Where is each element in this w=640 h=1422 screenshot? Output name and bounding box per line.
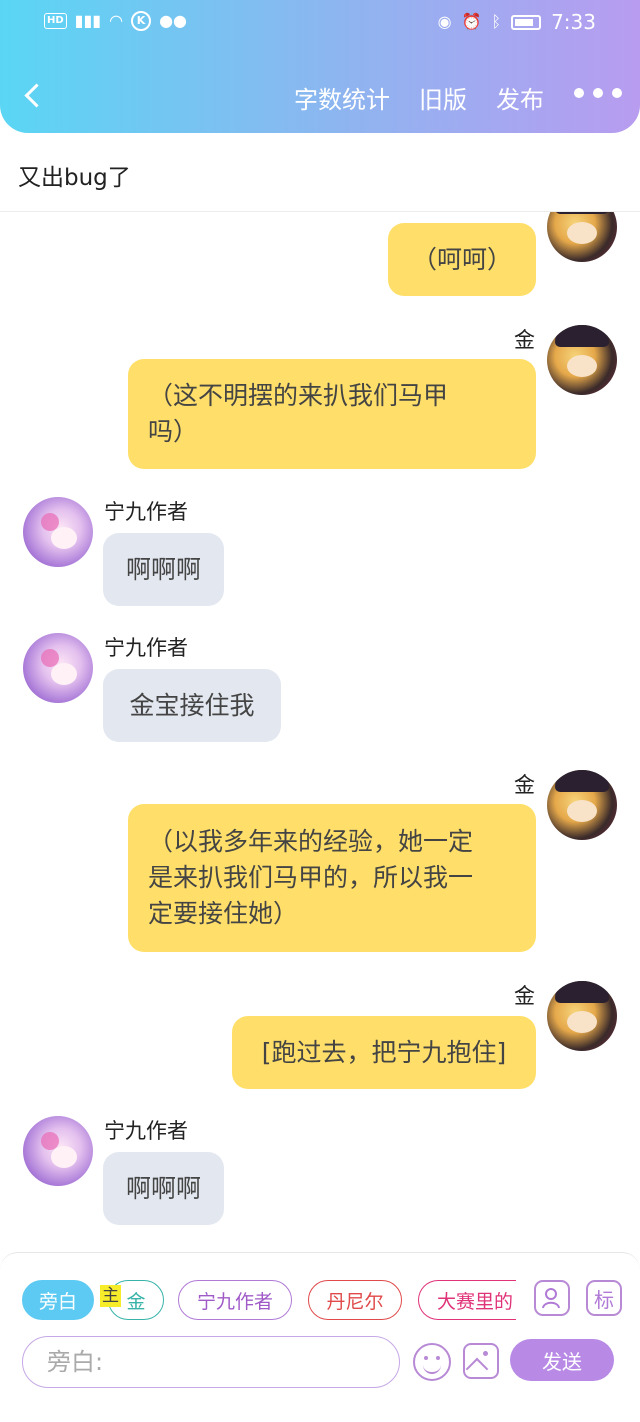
message-text: [跑过去，把宁九抱住] xyxy=(261,1037,507,1067)
message-text-line: （以我多年来的经验，她一定 xyxy=(148,827,474,856)
message-input[interactable]: 旁白: xyxy=(22,1336,400,1388)
emoji-icon[interactable] xyxy=(413,1343,451,1381)
top-bar: HD ▮▮▮ ◠ K ●● ◉ ⏰ ᛒ 7:33 字数统计 旧版 发布 xyxy=(0,0,640,133)
role-chip-contest[interactable]: 大赛里的 xyxy=(418,1280,516,1320)
signal-4g-icon: ▮▮▮ xyxy=(74,11,102,30)
hd-icon: HD xyxy=(44,13,67,29)
back-icon[interactable] xyxy=(20,78,50,112)
avatar-ning-jiu[interactable] xyxy=(23,633,93,703)
message-text-line: 是来扒我们马甲的，所以我一 xyxy=(148,863,474,892)
send-button[interactable]: 发送 xyxy=(510,1339,614,1381)
wechat-icon: ●● xyxy=(159,11,187,30)
message-bubble[interactable]: （以我多年来的经验，她一定 是来扒我们马甲的，所以我一 定要接住她） xyxy=(128,804,536,952)
role-chip-narrator[interactable]: 旁白 xyxy=(22,1280,94,1320)
avatar-jin[interactable] xyxy=(547,981,617,1051)
main-role-tag: 主 xyxy=(100,1285,121,1307)
message-bubble[interactable]: [跑过去，把宁九抱住] xyxy=(232,1016,536,1089)
nav-bar: 字数统计 旧版 发布 xyxy=(0,72,640,122)
old-version-button[interactable]: 旧版 xyxy=(419,80,467,115)
composer: 旁白 金 主 宁九作者 丹尼尔 大赛里的 标 旁白: 发送 xyxy=(0,1252,640,1422)
bluetooth-icon: ᛒ xyxy=(491,12,502,31)
k-app-icon: K xyxy=(131,11,152,31)
character-manage-icon[interactable] xyxy=(534,1280,570,1316)
story-title[interactable]: 又出bug了 xyxy=(18,158,131,192)
avatar-jin[interactable] xyxy=(547,212,617,262)
more-icon[interactable] xyxy=(574,88,622,98)
role-chip-daniel[interactable]: 丹尼尔 xyxy=(308,1280,402,1320)
wifi-icon: ◠ xyxy=(109,11,124,30)
tag-button[interactable]: 标 xyxy=(586,1280,622,1316)
status-bar: HD ▮▮▮ ◠ K ●● ◉ ⏰ ᛒ 7:33 xyxy=(0,10,640,36)
message-text-line: 定要接住她） xyxy=(148,899,299,928)
message-text: 啊啊啊 xyxy=(125,1173,201,1203)
battery-icon xyxy=(511,14,542,30)
message-bubble[interactable]: （这不明摆的来扒我们马甲 吗） xyxy=(128,359,536,469)
message-text: 啊啊啊 xyxy=(125,554,201,584)
message-text: （呵呵） xyxy=(411,244,512,274)
chat-list[interactable]: （呵呵） 金 （这不明摆的来扒我们马甲 吗） 宁九作者 啊啊啊 宁九作者 金宝接… xyxy=(0,212,640,1252)
avatar-jin[interactable] xyxy=(547,325,617,395)
role-chip-ning-jiu[interactable]: 宁九作者 xyxy=(178,1280,292,1320)
sender-name: 宁九作者 xyxy=(104,636,188,660)
status-time: 7:33 xyxy=(551,10,596,34)
person-icon xyxy=(542,1288,560,1309)
message-text: 金宝接住我 xyxy=(129,690,255,720)
image-icon[interactable] xyxy=(463,1343,499,1379)
sender-name: 宁九作者 xyxy=(104,1119,188,1143)
message-bubble[interactable]: 啊啊啊 xyxy=(103,533,224,606)
publish-button[interactable]: 发布 xyxy=(496,80,544,115)
message-text-line: 吗） xyxy=(148,417,199,446)
avatar-ning-jiu[interactable] xyxy=(23,1116,93,1186)
sender-name: 金 xyxy=(514,773,535,797)
avatar-jin[interactable] xyxy=(547,770,617,840)
sender-name: 宁九作者 xyxy=(104,500,188,524)
message-bubble[interactable]: 啊啊啊 xyxy=(103,1152,224,1225)
sender-name: 金 xyxy=(514,328,535,352)
alarm-icon: ⏰ xyxy=(461,12,482,31)
eye-icon: ◉ xyxy=(437,12,452,31)
message-text-line: （这不明摆的来扒我们马甲 xyxy=(148,381,449,410)
message-bubble[interactable]: 金宝接住我 xyxy=(103,669,281,742)
sender-name: 金 xyxy=(514,984,535,1008)
word-count-button[interactable]: 字数统计 xyxy=(294,80,390,115)
message-bubble[interactable]: （呵呵） xyxy=(388,223,536,296)
avatar-ning-jiu[interactable] xyxy=(23,497,93,567)
